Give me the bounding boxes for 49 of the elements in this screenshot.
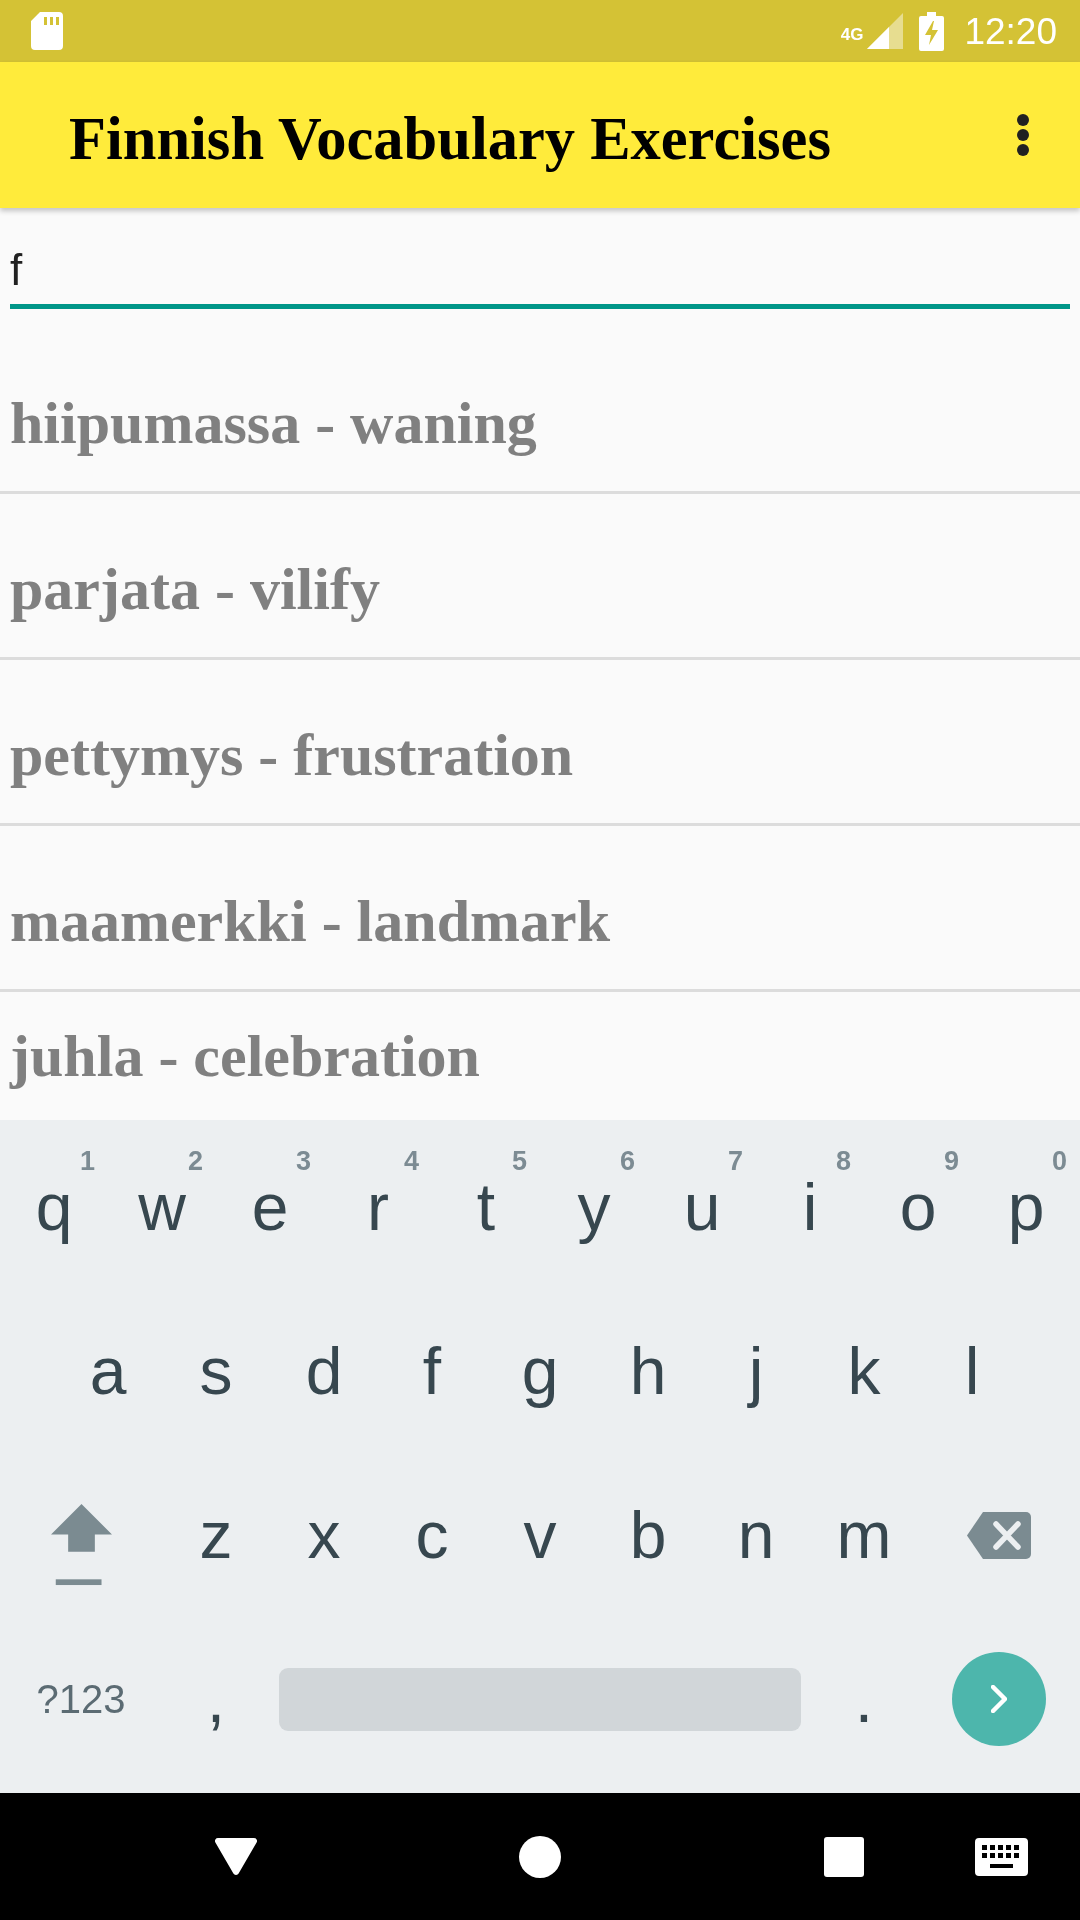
keyboard-key[interactable]: y 6 [540,1148,648,1242]
keyboard-key[interactable]: z [162,1500,270,1570]
keyboard-key[interactable]: s [162,1336,270,1406]
square-icon[interactable] [824,1836,864,1877]
keyboard-key[interactable]: n [702,1500,810,1570]
chevron-right-icon [991,1685,1007,1713]
down-triangle-icon[interactable] [215,1838,257,1875]
circle-icon[interactable] [519,1835,561,1878]
keyboard-key[interactable]: v [486,1500,594,1570]
shift-icon[interactable] [50,1503,112,1587]
word-item[interactable]: pettymys - frustration [0,660,1080,826]
keyboard-key[interactable]: h [594,1336,702,1406]
keyboard-key[interactable]: l [918,1336,1026,1406]
word-item[interactable]: parjata - vilify [0,494,1080,660]
backspace-icon[interactable] [967,1511,1031,1559]
status-time: 12:20 [964,12,1057,50]
sd-card-icon [31,12,63,50]
battery-charging-icon [919,11,945,51]
keyboard-key[interactable]: p 0 [972,1148,1080,1242]
keyboard-key[interactable]: . [810,1664,918,1734]
word-item[interactable]: hiipumassa - waning [0,328,1080,494]
keyboard-key[interactable]: o 9 [864,1148,972,1242]
word-item[interactable]: juhla - celebration [0,992,1080,1120]
keyboard-key[interactable]: d [270,1336,378,1406]
keyboard-key[interactable]: c [378,1500,486,1570]
keyboard-key[interactable]: j [702,1336,810,1406]
word-item[interactable]: maamerkki - landmark [0,826,1080,992]
signal-icon [867,13,904,49]
keyboard-key[interactable]: g [486,1336,594,1406]
keyboard-key[interactable]: i 8 [756,1148,864,1242]
keyboard-key[interactable]: k [810,1336,918,1406]
keyboard-key[interactable]: a [54,1336,162,1406]
keyboard-key[interactable]: t 5 [432,1148,540,1242]
more-options-icon[interactable] [1016,114,1030,156]
keyboard-key[interactable]: q 1 [0,1148,108,1242]
keyboard-key[interactable]: u 7 [648,1148,756,1242]
keyboard-key[interactable]: w 2 [108,1148,216,1242]
symbols-key[interactable]: ?123 [30,1675,132,1723]
input-field[interactable]: f [10,221,1070,309]
keyboard-key[interactable]: b [594,1500,702,1570]
keyboard-key[interactable]: r 4 [324,1148,432,1242]
keyboard-key[interactable]: e 3 [216,1148,324,1242]
keyboard-key[interactable]: , [162,1664,270,1734]
keyboard-key[interactable]: f [378,1336,486,1406]
app-title: Finnish Vocabulary Exercises [69,103,831,174]
network-type: 4G [840,25,864,43]
keyboard-key[interactable]: m [810,1500,918,1570]
keyboard-icon[interactable] [975,1837,1028,1876]
keyboard-key[interactable]: x [270,1500,378,1570]
